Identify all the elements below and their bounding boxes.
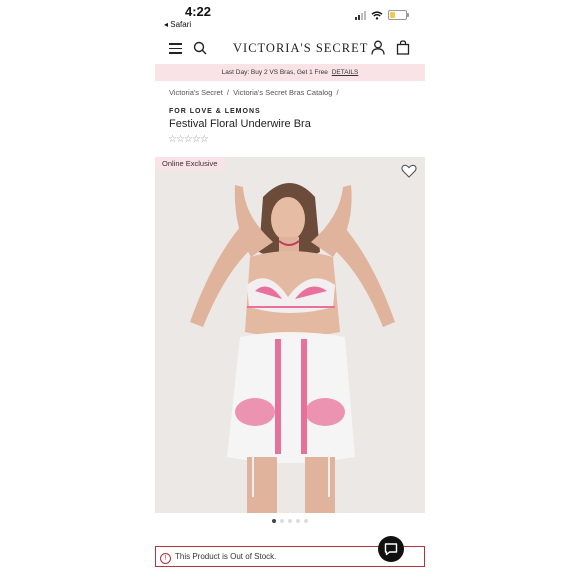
product-image[interactable]: Online Exclusive: [155, 157, 425, 513]
promo-text: Last Day: Buy 2 VS Bras, Get 1 Free: [221, 69, 328, 76]
info-icon: !: [160, 553, 171, 564]
heart-icon[interactable]: [401, 164, 417, 178]
breadcrumb-item[interactable]: Victoria's Secret Bras Catalog: [233, 88, 332, 97]
breadcrumb: Victoria's Secret / Victoria's Secret Br…: [169, 88, 341, 97]
search-icon[interactable]: [193, 41, 207, 55]
back-to-safari-link[interactable]: ◂ Safari: [164, 20, 191, 29]
site-header: VICTORIA'S SECRET: [155, 36, 425, 62]
status-bar: 4:22 ◂ Safari: [155, 0, 425, 30]
product-photo: [155, 157, 425, 513]
chat-icon: [384, 543, 398, 556]
image-carousel-dots: [155, 519, 425, 523]
online-exclusive-badge: Online Exclusive: [155, 157, 226, 170]
promo-details-link[interactable]: DETAILS: [332, 69, 359, 76]
product-title: Festival Floral Underwire Bra: [169, 118, 311, 130]
wifi-icon: [371, 10, 383, 20]
brand-logo[interactable]: VICTORIA'S SECRET: [233, 41, 368, 56]
breadcrumb-separator: /: [226, 88, 230, 97]
status-icons: [355, 10, 409, 20]
promo-banner: Last Day: Buy 2 VS Bras, Get 1 Free DETA…: [155, 64, 425, 81]
breadcrumb-item[interactable]: Victoria's Secret: [169, 88, 223, 97]
cellular-signal-icon: [355, 10, 366, 20]
bag-icon[interactable]: [396, 40, 410, 55]
carousel-dot[interactable]: [280, 519, 284, 523]
breadcrumb-separator: /: [336, 88, 339, 97]
status-time: 4:22: [185, 4, 212, 19]
carousel-dot[interactable]: [304, 519, 308, 523]
out-of-stock-message: This Product is Out of Stock.: [175, 552, 277, 561]
carousel-dot[interactable]: [272, 519, 276, 523]
phone-screen: 4:22 ◂ Safari VICTORIA'S SECRET Last Day…: [155, 0, 425, 580]
product-brand[interactable]: FOR LOVE & LEMONS: [169, 108, 261, 115]
account-icon[interactable]: [371, 40, 385, 55]
rating-stars[interactable]: ☆☆☆☆☆: [168, 134, 209, 145]
battery-icon: [388, 10, 409, 20]
carousel-dot[interactable]: [288, 519, 292, 523]
hamburger-icon[interactable]: [169, 43, 182, 54]
chat-button[interactable]: [378, 536, 404, 562]
carousel-dot[interactable]: [296, 519, 300, 523]
